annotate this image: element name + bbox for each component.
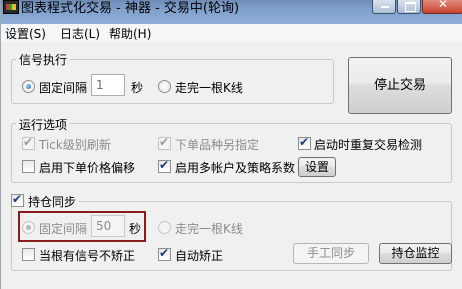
stop-trading-button[interactable]: 停止交易 [348, 57, 452, 114]
repeat-check-label[interactable]: 启动时重复交易检测 [314, 136, 422, 153]
auto-correct-label[interactable]: 自动矫正 [175, 247, 223, 264]
repeat-check-checkbox[interactable] [298, 135, 311, 150]
settings-button[interactable]: 设置 [298, 157, 336, 177]
menu-bar: 设置(S) 日志(L) 帮助(H) [1, 24, 462, 42]
auto-correct-checkbox[interactable] [158, 246, 171, 261]
signal-group-title: 信号执行 [16, 51, 71, 68]
multi-account-checkbox[interactable] [158, 158, 171, 173]
signal-unit-label: 秒 [131, 81, 144, 95]
maximize-button[interactable] [397, 0, 421, 14]
signal-fixed-interval-label[interactable]: 固定间隔 [39, 79, 87, 96]
product-mapping-checkbox[interactable] [158, 135, 171, 150]
signal-interval-input[interactable]: 1 [91, 74, 125, 96]
price-offset-label[interactable]: 启用下单价格偏移 [39, 159, 135, 176]
signal-bar-close-label[interactable]: 走完一根K线 [175, 79, 243, 96]
minimize-button[interactable] [372, 0, 396, 14]
menu-settings[interactable]: 设置(S) [5, 25, 46, 42]
position-fixed-interval-radio[interactable] [22, 221, 35, 234]
no-correct-checkbox[interactable] [22, 248, 35, 261]
price-offset-checkbox[interactable] [22, 160, 35, 173]
app-chart-icon [3, 0, 19, 14]
no-correct-label[interactable]: 当根有信号不矫正 [39, 247, 135, 264]
position-unit-label: 秒 [129, 222, 142, 236]
tick-refresh-checkbox[interactable] [22, 135, 35, 150]
position-bar-close-radio[interactable] [158, 221, 171, 234]
tick-refresh-label: Tick级别刷新 [39, 138, 111, 152]
run-options-title: 运行选项 [16, 116, 71, 133]
close-button[interactable] [422, 0, 462, 14]
position-fixed-interval-label: 固定间隔 [39, 222, 88, 236]
signal-fixed-interval-radio[interactable] [22, 80, 35, 93]
position-monitor-button[interactable]: 持仓监控 [379, 243, 452, 264]
window-title: 图表程式化交易 - 神器 - 交易中(轮询) [21, 1, 240, 16]
title-bar[interactable]: 图表程式化交易 - 神器 - 交易中(轮询) [1, 0, 462, 24]
position-interval-input[interactable]: 50 [91, 215, 125, 237]
manual-sync-button[interactable]: 手工同步 [293, 243, 369, 264]
menu-help[interactable]: 帮助(H) [109, 25, 151, 42]
position-sync-checkbox[interactable] [11, 192, 24, 207]
main-window: 图表程式化交易 - 神器 - 交易中(轮询) 设置(S) 日志(L) 帮助(H)… [0, 0, 462, 289]
signal-bar-close-radio[interactable] [158, 80, 171, 93]
product-mapping-label: 下单品种另指定 [175, 138, 260, 152]
position-sync-title[interactable]: 持仓同步 [25, 193, 80, 210]
multi-account-label[interactable]: 启用多帐户及策略系数 [175, 159, 295, 176]
position-bar-close-label: 走完一根K线 [175, 222, 243, 236]
menu-log[interactable]: 日志(L) [60, 25, 100, 42]
